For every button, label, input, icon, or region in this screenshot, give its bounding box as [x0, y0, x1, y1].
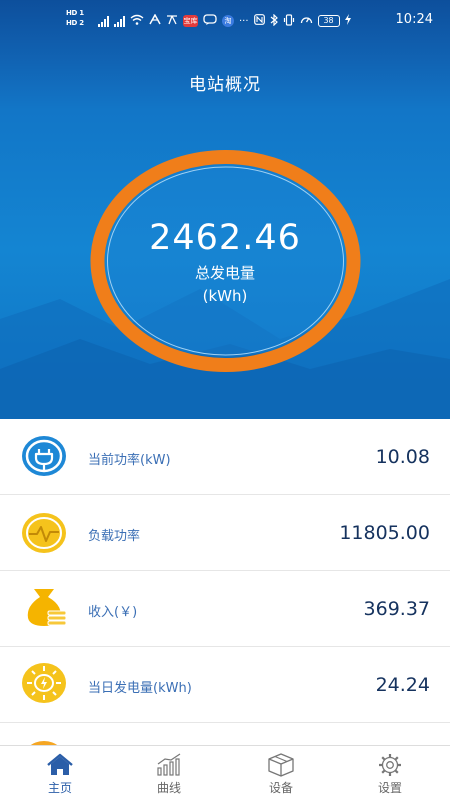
charging-icon — [344, 14, 351, 28]
status-icons: 宝库 淘 ··· 38 — [98, 12, 351, 30]
stat-value: 10.08 — [375, 446, 430, 468]
nav-settings-label: 设置 — [377, 781, 402, 795]
nfc-icon — [253, 14, 265, 28]
stats-list: 当前功率(kW) 10.08 负载功率 11805.00 收入(￥) 369.3… — [0, 419, 450, 745]
bottom-nav: 主页 曲线 设备 设置 — [0, 745, 450, 800]
battery-indicator: 38 — [317, 15, 340, 27]
plug-icon — [22, 436, 66, 476]
stat-value: 369.37 — [363, 598, 430, 620]
page-title: 电站概况 — [189, 75, 261, 95]
chart-icon — [157, 753, 181, 776]
app-badge-icon: 淘 — [222, 15, 234, 27]
status-bar: HD 1 HD 2 宝库 淘 ··· 38 10:24 — [0, 0, 450, 44]
sim1-badge: HD 1 — [66, 9, 84, 17]
stat-row-income[interactable]: 收入(￥) 369.37 — [0, 571, 450, 647]
chat-bubble-icon — [203, 13, 217, 29]
sim2-badge: HD 2 — [66, 19, 84, 27]
home-icon — [47, 753, 73, 775]
app-badge-icon: 宝库 — [183, 15, 198, 27]
total-generation-unit: (kWh) — [202, 287, 248, 305]
money-bag-icon — [27, 589, 67, 626]
stat-row-load-power[interactable]: 负载功率 11805.00 — [0, 495, 450, 571]
wifi-icon — [130, 14, 144, 28]
stat-value: 24.24 — [375, 674, 430, 696]
gear-icon — [379, 754, 401, 776]
total-generation-label: 总发电量 — [194, 264, 255, 282]
nav-settings[interactable]: 设置 — [334, 746, 446, 800]
stat-label: 当前功率(kW) — [88, 453, 171, 468]
overview-header: HD 1 HD 2 宝库 淘 ··· 38 10:24 电站概况 2462.46… — [0, 0, 450, 419]
sun-bolt-icon — [22, 663, 66, 703]
stat-label: 当日发电量(kWh) — [88, 681, 192, 696]
nav-device[interactable]: 设备 — [225, 746, 337, 800]
sim-indicators: HD 1 HD 2 — [66, 9, 88, 29]
total-generation-gauge — [90, 150, 361, 372]
nav-device-label: 设备 — [268, 781, 293, 795]
box-icon — [268, 753, 294, 777]
stat-label: 负载功率 — [88, 529, 141, 544]
stat-label: 收入(￥) — [88, 605, 138, 620]
stat-row-current-power[interactable]: 当前功率(kW) 10.08 — [0, 419, 450, 495]
signal-icon — [98, 15, 109, 27]
nav-home-label: 主页 — [47, 781, 72, 795]
signal-icon — [114, 15, 125, 27]
speed-icon — [300, 14, 313, 29]
load-wave-icon — [22, 513, 66, 553]
translate-icon — [166, 14, 178, 28]
bluetooth-icon — [270, 13, 278, 29]
nav-chart-label: 曲线 — [156, 781, 181, 795]
more-icon: ··· — [239, 15, 249, 27]
vibrate-icon — [283, 13, 295, 29]
status-time: 10:24 — [395, 12, 433, 27]
app-notification-icon — [149, 13, 161, 28]
total-generation-value: 2462.46 — [149, 218, 301, 258]
stat-row-daily-generation[interactable]: 当日发电量(kWh) 24.24 — [0, 647, 450, 723]
stat-value: 11805.00 — [339, 522, 430, 544]
nav-home[interactable]: 主页 — [4, 746, 116, 800]
nav-chart[interactable]: 曲线 — [113, 746, 225, 800]
stat-row-partial[interactable] — [0, 723, 450, 745]
